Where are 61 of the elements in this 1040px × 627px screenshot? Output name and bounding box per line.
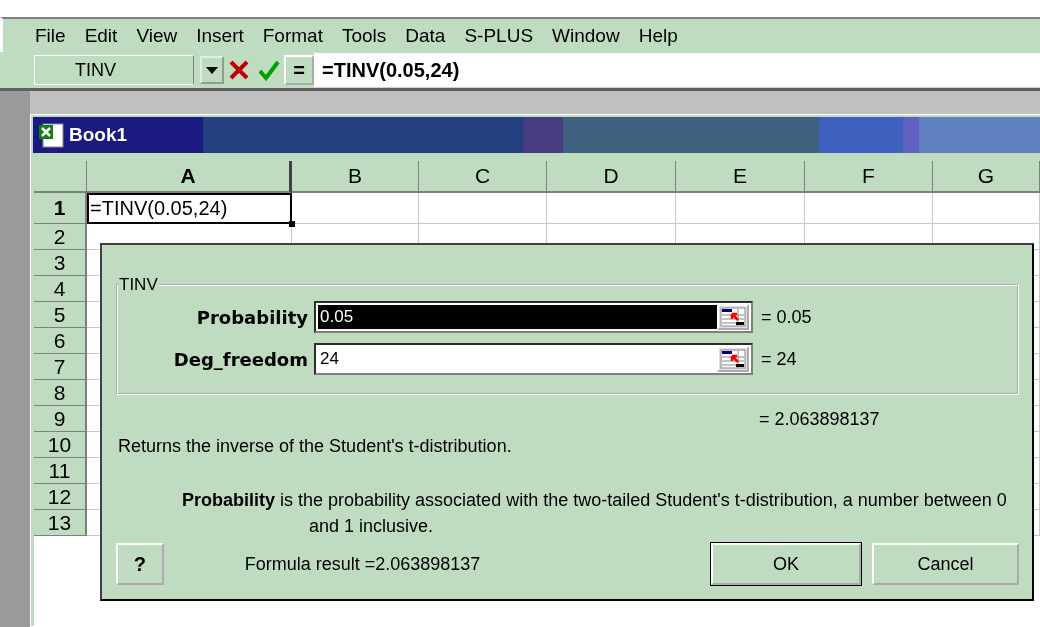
spreadsheet-icon — [37, 121, 65, 149]
function-result: = 2.063898137 — [759, 409, 880, 430]
menu-item[interactable]: Format — [262, 24, 334, 47]
column-header[interactable]: D — [547, 161, 676, 193]
group-title: TINV — [118, 275, 159, 295]
row-header[interactable]: 1 — [34, 193, 87, 224]
select-all-corner[interactable] — [34, 161, 87, 193]
column-header[interactable]: E — [676, 161, 805, 193]
checkmark-icon — [258, 59, 280, 81]
function-description: Returns the inverse of the Student's t-distribution. — [118, 436, 513, 457]
argument-field[interactable]: 0.05 — [314, 301, 753, 333]
ok-button[interactable]: OK — [711, 543, 861, 585]
cancel-button[interactable]: Cancel — [872, 543, 1019, 585]
caret-icon — [206, 66, 218, 74]
menu-item[interactable]: File — [35, 24, 77, 47]
menu-item[interactable]: Data — [405, 24, 457, 47]
fill-handle[interactable] — [289, 221, 295, 227]
row-header[interactable]: 10 — [34, 432, 87, 458]
column-header[interactable]: C — [419, 161, 547, 193]
window-title: Book1 — [69, 124, 128, 146]
cross-icon — [228, 59, 250, 81]
column-header[interactable]: A — [87, 161, 292, 193]
row-header[interactable]: 6 — [34, 328, 87, 354]
row-header[interactable]: 3 — [34, 250, 87, 276]
argument-result: = 24 — [761, 348, 797, 370]
argument-label: Probability — [195, 306, 309, 328]
menu-item[interactable]: Help — [638, 24, 689, 47]
argument-result: = 0.05 — [761, 306, 812, 328]
row-header[interactable]: 8 — [34, 380, 87, 406]
dropdown-button[interactable] — [200, 56, 224, 84]
cell-picker-icon — [720, 307, 746, 327]
column-header[interactable]: F — [805, 161, 933, 193]
row-header[interactable]: 4 — [34, 276, 87, 302]
argument-field[interactable]: 24 — [314, 343, 753, 375]
column-header[interactable]: G — [933, 161, 1040, 193]
row-header[interactable]: 2 — [34, 224, 87, 250]
row-header[interactable]: 13 — [34, 510, 87, 536]
menu-item[interactable]: View — [136, 24, 189, 47]
argument-help: Probability is the probability associated with the two-tailed Student's t-distribution, a number between 0 and 1 inclusive. — [182, 489, 1008, 538]
cell-picker-icon — [720, 349, 746, 369]
row-header[interactable]: 9 — [34, 406, 87, 432]
menu-item[interactable]: Window — [552, 24, 631, 47]
column-header[interactable]: B — [292, 161, 419, 193]
row-header[interactable]: 7 — [34, 354, 87, 380]
formula-field[interactable]: =TINV(0.05,24) — [314, 53, 1040, 87]
edit-formula-button[interactable]: = — [284, 55, 314, 85]
menu-item[interactable]: Tools — [341, 24, 398, 47]
table-cell: =TINV(0.05,24) — [87, 193, 292, 224]
menu-item[interactable]: Insert — [196, 24, 255, 47]
argument-label: Deg_freedom — [172, 348, 309, 370]
row-header[interactable]: 5 — [34, 302, 87, 328]
row-header[interactable]: 11 — [34, 458, 87, 484]
name-box[interactable]: TINV — [34, 55, 194, 85]
help-button[interactable]: ? — [116, 543, 164, 585]
collapse-button[interactable] — [717, 304, 749, 330]
menu-item[interactable]: Edit — [84, 24, 129, 47]
row-header[interactable]: 12 — [34, 484, 87, 510]
formula-result: Formula result =2.063898137 — [244, 553, 482, 575]
menu-item[interactable]: S-PLUS — [464, 24, 545, 47]
argument-value: 0.05 — [318, 305, 717, 329]
collapse-button[interactable] — [717, 346, 749, 372]
